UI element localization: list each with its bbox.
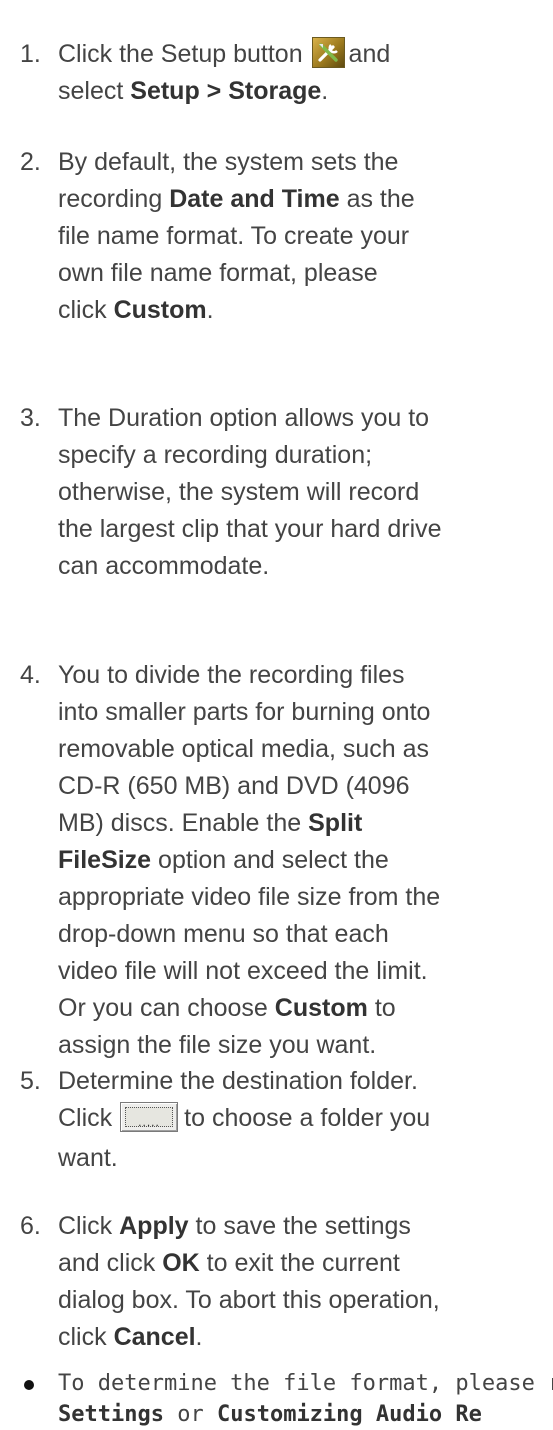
step-6-text-d: to exit the current — [206, 1249, 400, 1277]
step-number: 2. — [20, 148, 41, 176]
step-text: The Duration option allows you to specif… — [58, 400, 553, 585]
step-2-line-3: file name format. To create your — [58, 222, 410, 250]
step-text: Click Apply to save the settings and cli… — [58, 1208, 553, 1356]
step-5-text-click: Click — [58, 1104, 113, 1132]
step-text: By default, the system sets the recordin… — [58, 144, 553, 329]
split-label: Split — [308, 809, 363, 837]
step-3-line-3: otherwise, the system will record — [58, 478, 420, 506]
note-text: To determine the file format, please r S… — [58, 1368, 553, 1430]
step-3-line-1: The Duration option allows you to — [58, 404, 430, 432]
step-4-line-11: assign the file size you want. — [58, 1031, 377, 1059]
step-2-text-a: recording — [58, 185, 163, 213]
note-line-1: To determine the file format, please r — [58, 1371, 553, 1396]
step-text: You to divide the recording files into s… — [58, 657, 553, 1064]
ok-label: OK — [162, 1249, 200, 1277]
step-4-line-7: appropriate video file size from the — [58, 883, 441, 911]
step-4-line-3: removable optical media, such as — [58, 735, 430, 763]
settings-link-label: Settings — [58, 1402, 164, 1427]
step-6-text-e: click — [58, 1323, 107, 1351]
custom-label: Custom — [113, 296, 207, 324]
step-4-line-9: video file will not exceed the limit. — [58, 957, 428, 985]
step-2-line-4: own file name format, please — [58, 259, 378, 287]
step-2-text-c: as the — [346, 185, 415, 213]
step-6-line-3: dialog box. To abort this operation, — [58, 1286, 440, 1314]
browse-folder-button[interactable]: ..... — [120, 1102, 179, 1132]
step-3-line-5: can accommodate. — [58, 552, 270, 580]
step-6-period: . — [195, 1323, 203, 1351]
step-text: Determine the destination folder. Click.… — [58, 1063, 553, 1177]
step-1-text-c: select — [58, 77, 124, 105]
step-number: 4. — [20, 661, 41, 689]
step-number: 1. — [20, 40, 41, 68]
step-2-text-click: click — [58, 296, 107, 324]
step-4-line-8: drop-down menu so that each — [58, 920, 389, 948]
step-text: Click the Setup button and select Setup … — [58, 36, 553, 110]
note-text-or: or — [177, 1402, 204, 1427]
customizing-audio-label: Customizing Audio Re — [216, 1402, 482, 1427]
custom-label: Custom — [274, 994, 368, 1022]
step-3-line-4: the largest clip that your hard drive — [58, 515, 442, 543]
ellipsis-icon: ..... — [138, 1115, 160, 1129]
step-6-text-c: and click — [58, 1249, 156, 1277]
step-4-text-b: option and select the — [158, 846, 389, 874]
step-5-text-b: to choose a folder you — [184, 1104, 431, 1132]
step-number: 6. — [20, 1212, 41, 1240]
step-4-line-2: into smaller parts for burning onto — [58, 698, 431, 726]
step-4-line-4: CD-R (650 MB) and DVD (4096 — [58, 772, 410, 800]
step-4-line-1: You to divide the recording files — [58, 661, 405, 689]
step-1-period: . — [321, 77, 329, 105]
step-5-line-3: want. — [58, 1144, 118, 1172]
cancel-label: Cancel — [113, 1323, 196, 1351]
filesize-label: FileSize — [58, 846, 152, 874]
step-2-period: . — [206, 296, 214, 324]
step-4-text-d: to — [374, 994, 396, 1022]
step-5-line-1: Determine the destination folder. — [58, 1067, 418, 1095]
setup-storage-label: Setup > Storage — [130, 77, 322, 105]
step-1-text-b: and — [348, 40, 391, 68]
setup-tools-icon[interactable] — [311, 37, 345, 68]
step-4-text-c: Or you can choose — [58, 994, 268, 1022]
step-number: 5. — [20, 1067, 41, 1095]
step-2-line-1: By default, the system sets the — [58, 148, 399, 176]
step-3-line-2: specify a recording duration; — [58, 441, 373, 469]
apply-label: Apply — [119, 1212, 189, 1240]
step-number: 3. — [20, 404, 41, 432]
bullet-icon — [24, 1380, 34, 1390]
step-6-text-a: Click — [58, 1212, 113, 1240]
step-1-text-a: Click the Setup button — [58, 40, 303, 68]
step-4-text-a: MB) discs. Enable the — [58, 809, 302, 837]
step-6-text-b: to save the settings — [195, 1212, 411, 1240]
date-and-time-label: Date and Time — [169, 185, 340, 213]
